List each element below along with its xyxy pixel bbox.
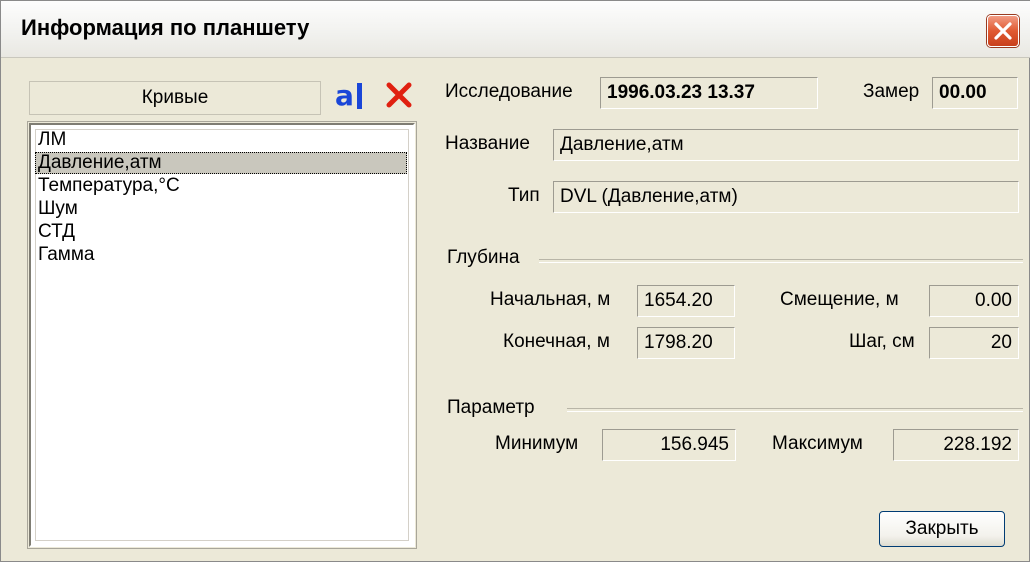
list-item-selected[interactable]: Давление,атм bbox=[35, 152, 407, 174]
red-cross-icon bbox=[386, 82, 412, 108]
curves-list[interactable]: ЛМ Давление,атм Температура,°С Шум СТД Г… bbox=[27, 121, 417, 549]
type-field: DVL (Давление,атм) bbox=[553, 181, 1019, 213]
step-field: 20 bbox=[929, 327, 1019, 359]
depth-start-label: Начальная, м bbox=[490, 289, 611, 310]
text-cursor-mark bbox=[357, 83, 362, 109]
name-field: Давление,атм bbox=[553, 129, 1019, 161]
window-close-button[interactable] bbox=[987, 15, 1019, 47]
type-label: Тип bbox=[508, 185, 540, 206]
offset-label: Смещение, м bbox=[780, 289, 899, 310]
depth-start-field: 1654.20 bbox=[637, 285, 735, 317]
depth-end-label: Конечная, м bbox=[503, 331, 610, 352]
depth-end-field: 1798.20 bbox=[637, 327, 735, 359]
curves-header-label: Кривые bbox=[141, 87, 209, 108]
delete-icon[interactable] bbox=[383, 79, 415, 111]
list-item[interactable]: Гамма bbox=[35, 244, 407, 266]
list-item[interactable]: СТД bbox=[35, 221, 407, 243]
list-item[interactable]: Шум bbox=[35, 198, 407, 220]
tablet-info-dialog: Информация по планшету Кривые a ЛМ Давле… bbox=[0, 0, 1030, 562]
list-item[interactable]: ЛМ bbox=[35, 129, 407, 151]
close-button[interactable]: Закрыть bbox=[879, 511, 1005, 547]
rename-icon[interactable]: a bbox=[335, 79, 369, 113]
offset-field: 0.00 bbox=[929, 285, 1019, 317]
step-label: Шаг, см bbox=[849, 331, 915, 352]
study-field: 1996.03.23 13.37 bbox=[600, 77, 818, 109]
rename-glyph: a bbox=[335, 79, 354, 112]
parameter-group-label: Параметр bbox=[447, 397, 535, 418]
window-title: Информация по планшету bbox=[21, 15, 310, 40]
parameter-group-line bbox=[567, 408, 1023, 412]
title-bar[interactable]: Информация по планшету bbox=[1, 1, 1030, 58]
min-field: 156.945 bbox=[602, 429, 736, 461]
list-item[interactable]: Температура,°С bbox=[35, 175, 407, 197]
measure-label: Замер bbox=[863, 81, 920, 102]
close-icon bbox=[994, 22, 1012, 40]
max-label: Максимум bbox=[772, 433, 863, 454]
measure-field: 00.00 bbox=[932, 77, 1018, 109]
depth-group-line bbox=[539, 259, 1023, 263]
min-label: Минимум bbox=[495, 433, 579, 454]
name-label: Название bbox=[445, 133, 530, 154]
max-field: 228.192 bbox=[893, 429, 1019, 461]
curves-header: Кривые bbox=[29, 81, 321, 115]
study-label: Исследование bbox=[445, 81, 573, 102]
depth-group-label: Глубина bbox=[447, 247, 520, 268]
